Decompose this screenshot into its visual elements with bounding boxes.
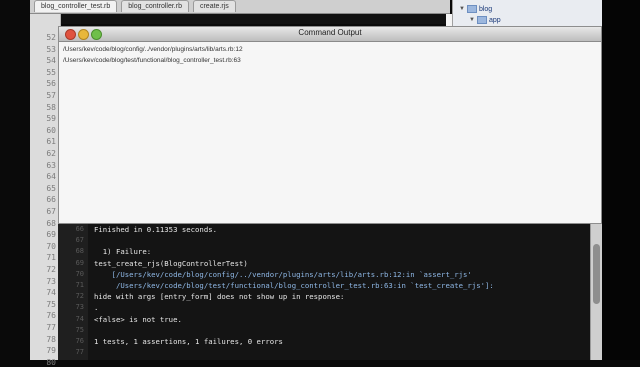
line-number: 68 [46,218,56,228]
screen-edge [602,0,640,360]
line-number: 73 [75,303,84,312]
terminal-line: <false> is not true. [94,314,182,324]
line-number: 66 [46,195,56,205]
line-number: 60 [46,125,56,135]
line-number: 80 [46,357,56,367]
line-number: 70 [75,269,84,278]
drawer-item-label: blog [478,5,493,13]
tab-create-rjs[interactable]: create.rjs [192,0,236,12]
tab-blog-controller[interactable]: blog_controller.rb [121,0,189,12]
line-number: 56 [46,79,56,89]
line-number: 52 [46,33,56,42]
line-number: 65 [46,183,56,193]
output-link[interactable]: /Users/kev/code/blog/config/../vendor/pl… [63,44,597,55]
line-number: 75 [46,299,56,309]
terminal-line: test_create_rjs(BlogControllerTest) [94,258,248,268]
terminal-line: Finished in 0.11353 seconds. [94,225,218,234]
line-number: 63 [46,160,56,170]
disclosure-triangle-icon[interactable]: ▼ [459,6,465,12]
editor-header-strip [60,14,446,24]
terminal-line: 1) Failure: [94,247,152,257]
drawer-item-app[interactable]: ▼ app [469,16,501,24]
window-title: Command Output [298,28,362,37]
line-number: 59 [46,114,56,124]
drawer-item-blog[interactable]: ▼ blog [459,5,492,13]
line-number: 71 [75,281,84,289]
window-titlebar[interactable]: Command Output [59,27,601,42]
terminal-line: hide with args [entry_form] does not sho… [94,292,345,302]
terminal-line-gutter: 66 67 68 69 70 71 72 73 74 75 76 77 [58,224,88,360]
line-number: 53 [46,44,56,54]
editor-line-gutter: 52 53 54 55 56 57 58 59 60 61 62 63 64 65 66 67 68 69 70 71… [30,14,61,367]
line-number: 70 [46,241,56,251]
editor-tab-bar: blog_controller_test.rb blog_controller.… [30,0,450,14]
terminal-line: 1 tests, 1 assertions, 1 failures, 0 err… [94,336,283,346]
line-number: 73 [46,276,56,286]
scrollbar-thumb[interactable] [593,244,600,304]
line-number: 57 [46,91,56,100]
tab-blog-controller-test[interactable]: blog_controller_test.rb [34,0,118,12]
line-number: 72 [46,265,56,274]
line-number: 74 [75,314,84,323]
line-number: 76 [75,337,84,345]
line-number: 75 [75,325,84,334]
drawer-item-label: app [488,16,501,24]
line-number: 74 [46,288,56,298]
folder-icon [476,16,487,24]
line-number: 71 [46,253,56,263]
terminal-line: . [94,303,99,313]
line-number: 77 [75,348,84,357]
line-number: 72 [75,292,84,301]
terminal-line: /Users/kev/code/blog/test/functional/blo… [94,280,494,290]
line-number: 58 [46,102,56,112]
terminal-line: [/Users/kev/code/blog/config/../vendor/p… [94,269,472,279]
line-number: 64 [46,172,56,182]
command-output-window: Command Output /Users/kev/code/blog/conf… [58,26,602,224]
line-number: 69 [75,258,84,267]
line-number: 76 [46,311,56,321]
line-number: 62 [46,149,56,158]
terminal-text[interactable]: Finished in 0.11353 seconds. 1) Failure:… [94,224,584,358]
line-number: 79 [46,346,56,356]
line-number: 68 [75,247,84,256]
line-number: 66 [75,225,84,233]
line-number: 67 [46,207,56,216]
line-number: 77 [46,323,56,332]
line-number: 61 [46,137,56,147]
command-output-list: /Users/kev/code/blog/config/../vendor/pl… [59,42,601,68]
line-number: 69 [46,230,56,240]
disclosure-triangle-icon[interactable]: ▼ [469,17,475,23]
line-number: 78 [46,334,56,344]
line-number: 67 [75,236,84,245]
line-number: 54 [46,56,56,66]
test-results-terminal: 66 67 68 69 70 71 72 73 74 75 76 77 Finished in 0.1… [58,224,590,360]
line-number: 55 [46,67,56,77]
output-link[interactable]: /Users/kev/code/blog/test/functional/blo… [63,55,597,66]
folder-icon [466,5,477,13]
